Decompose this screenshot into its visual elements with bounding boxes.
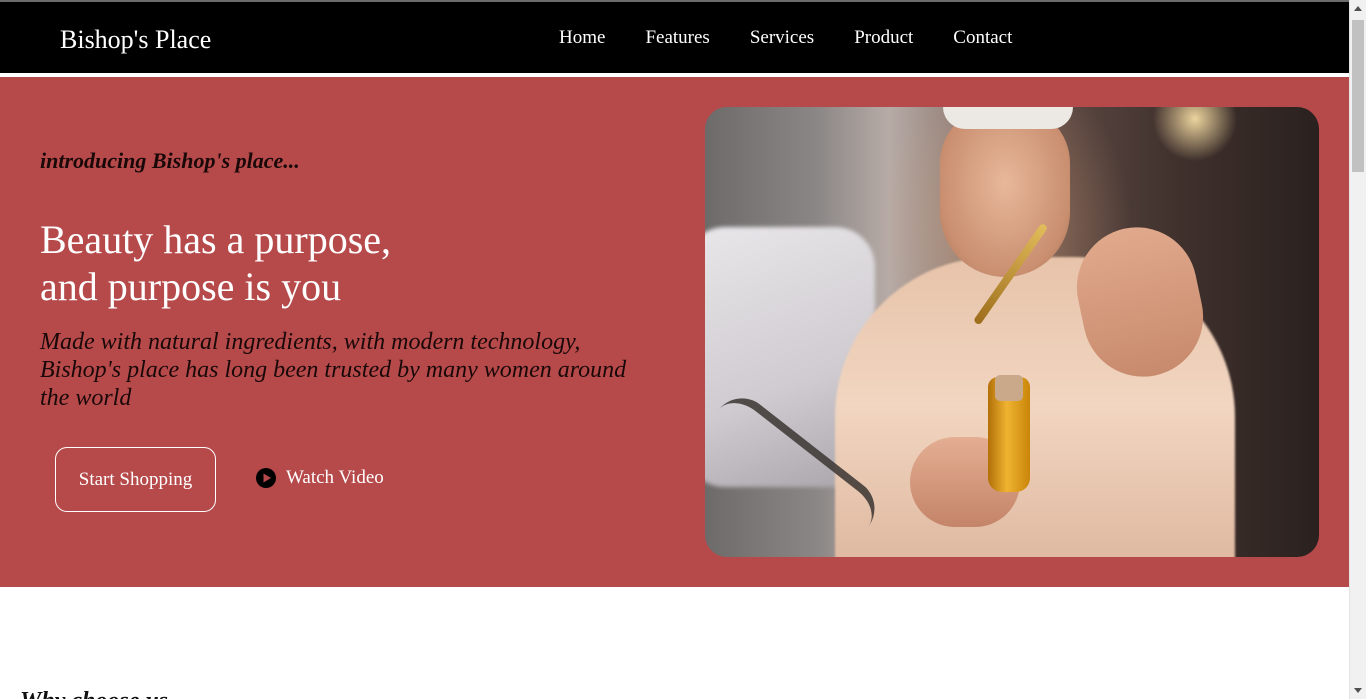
hero-section: introducing Bishop's place... Beauty has…	[0, 77, 1349, 587]
brand-logo[interactable]: Bishop's Place	[60, 24, 211, 56]
nav-link-home[interactable]: Home	[559, 26, 605, 50]
hero-image-headband	[943, 107, 1073, 129]
scroll-down-arrow-icon[interactable]	[1354, 688, 1362, 693]
nav-link-services[interactable]: Services	[750, 26, 814, 50]
hero-image-face	[940, 107, 1070, 277]
hero-headline: Beauty has a purpose, and purpose is you	[40, 216, 391, 310]
vertical-scrollbar[interactable]	[1349, 0, 1366, 699]
nav-link-contact[interactable]: Contact	[953, 26, 1012, 50]
start-shopping-button[interactable]: Start Shopping	[55, 447, 216, 512]
page: Bishop's Place Home Features Services Pr…	[0, 0, 1349, 699]
hero-headline-line-2: and purpose is you	[40, 264, 342, 309]
hero-intro: introducing Bishop's place...	[40, 148, 300, 173]
watch-video-label: Watch Video	[286, 467, 384, 488]
nav-link-features[interactable]: Features	[645, 26, 709, 50]
play-circle-icon	[256, 468, 276, 488]
nav-links: Home Features Services Product Contact	[559, 26, 1012, 50]
hero-image	[705, 107, 1319, 557]
nav-link-product[interactable]: Product	[854, 26, 913, 50]
why-choose-us-title: Why choose us	[20, 686, 168, 699]
navbar: Bishop's Place Home Features Services Pr…	[0, 2, 1349, 75]
hero-headline-line-1: Beauty has a purpose,	[40, 217, 392, 262]
hero-image-bottle-neck	[995, 375, 1023, 401]
scroll-up-arrow-icon[interactable]	[1354, 6, 1362, 11]
scrollbar-thumb[interactable]	[1352, 20, 1364, 172]
watch-video-button[interactable]: Watch Video	[256, 466, 384, 490]
hero-subtext: Made with natural ingredients, with mode…	[40, 329, 627, 411]
